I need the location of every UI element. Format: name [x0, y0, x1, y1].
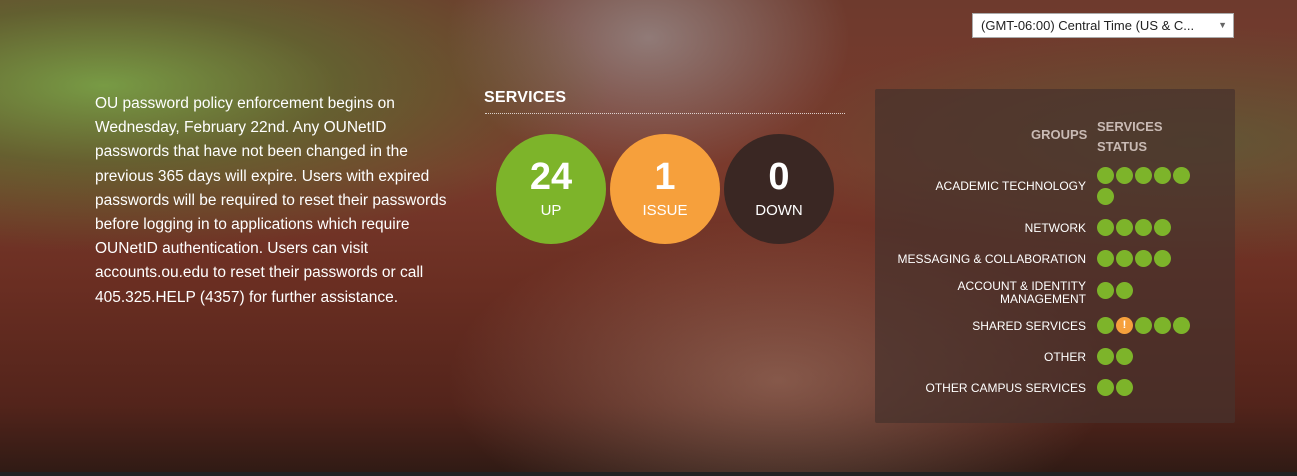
group-label-other-campus-services[interactable]: OTHER CAMPUS SERVICES — [926, 382, 1086, 395]
group-status-shared-services — [1097, 317, 1207, 338]
timezone-select[interactable]: (GMT-06:00) Central Time (US & C... ▼ — [972, 13, 1234, 38]
bottom-bar — [0, 472, 1297, 476]
status-ok-icon[interactable] — [1135, 219, 1152, 236]
divider — [485, 113, 845, 114]
status-ok-icon[interactable] — [1135, 250, 1152, 267]
announcement-text: OU password policy enforcement begins on… — [95, 95, 447, 306]
status-ok-icon[interactable] — [1097, 317, 1114, 334]
group-label-network[interactable]: NETWORK — [1025, 222, 1086, 235]
status-ok-icon[interactable] — [1116, 167, 1133, 184]
status-warning-icon[interactable] — [1116, 317, 1133, 334]
status-ok-icon[interactable] — [1135, 317, 1152, 334]
status-ok-icon[interactable] — [1097, 250, 1114, 267]
group-status-academic-technology — [1097, 167, 1207, 209]
status-ok-icon[interactable] — [1097, 219, 1114, 236]
status-ok-icon[interactable] — [1154, 167, 1171, 184]
status-ok-icon[interactable] — [1097, 379, 1114, 396]
issue-label: ISSUE — [642, 202, 688, 219]
status-ok-icon[interactable] — [1116, 282, 1133, 299]
status-ok-icon[interactable] — [1097, 167, 1114, 184]
status-ok-icon[interactable] — [1154, 219, 1171, 236]
status-ok-icon[interactable] — [1116, 379, 1133, 396]
group-status-account-identity-management — [1097, 282, 1207, 303]
up-count: 24 — [529, 156, 573, 198]
timezone-select-value: (GMT-06:00) Central Time (US & C... — [981, 18, 1195, 33]
group-label-shared-services[interactable]: SHARED SERVICES — [972, 320, 1086, 333]
status-ok-icon[interactable] — [1116, 250, 1133, 267]
up-label: UP — [540, 202, 562, 219]
groups-header: GROUPS — [1031, 127, 1088, 142]
status-ok-icon[interactable] — [1097, 282, 1114, 299]
group-status-network — [1097, 219, 1207, 240]
status-ok-icon[interactable] — [1097, 348, 1114, 365]
status-ok-icon[interactable] — [1154, 317, 1171, 334]
status-ok-icon[interactable] — [1097, 188, 1114, 205]
group-label-academic-technology[interactable]: ACADEMIC TECHNOLOGY — [936, 180, 1086, 193]
services-up-summary[interactable]: 24 UP — [496, 134, 606, 244]
services-heading: SERVICES — [484, 89, 567, 106]
status-ok-icon[interactable] — [1116, 348, 1133, 365]
group-label-messaging-collaboration[interactable]: MESSAGING & COLLABORATION — [898, 253, 1086, 266]
services-down-summary[interactable]: 0 DOWN — [724, 134, 834, 244]
down-count: 0 — [768, 156, 790, 198]
status-ok-icon[interactable] — [1173, 317, 1190, 334]
issue-count: 1 — [654, 156, 676, 198]
down-label: DOWN — [755, 202, 803, 219]
group-label-account-identity-management[interactable]: ACCOUNT & IDENTITY MANAGEMENT — [946, 280, 1086, 306]
status-ok-icon[interactable] — [1116, 219, 1133, 236]
status-ok-icon[interactable] — [1135, 167, 1152, 184]
status-ok-icon[interactable] — [1154, 250, 1171, 267]
services-issue-summary[interactable]: 1 ISSUE — [610, 134, 720, 244]
group-status-other-campus-services — [1097, 379, 1207, 400]
services-status-header: SERVICES STATUS — [1097, 119, 1163, 154]
group-label-other[interactable]: OTHER — [1044, 351, 1086, 364]
group-status-messaging-collaboration — [1097, 250, 1207, 271]
chevron-down-icon: ▼ — [1218, 20, 1227, 30]
status-ok-icon[interactable] — [1173, 167, 1190, 184]
group-status-other — [1097, 348, 1207, 369]
